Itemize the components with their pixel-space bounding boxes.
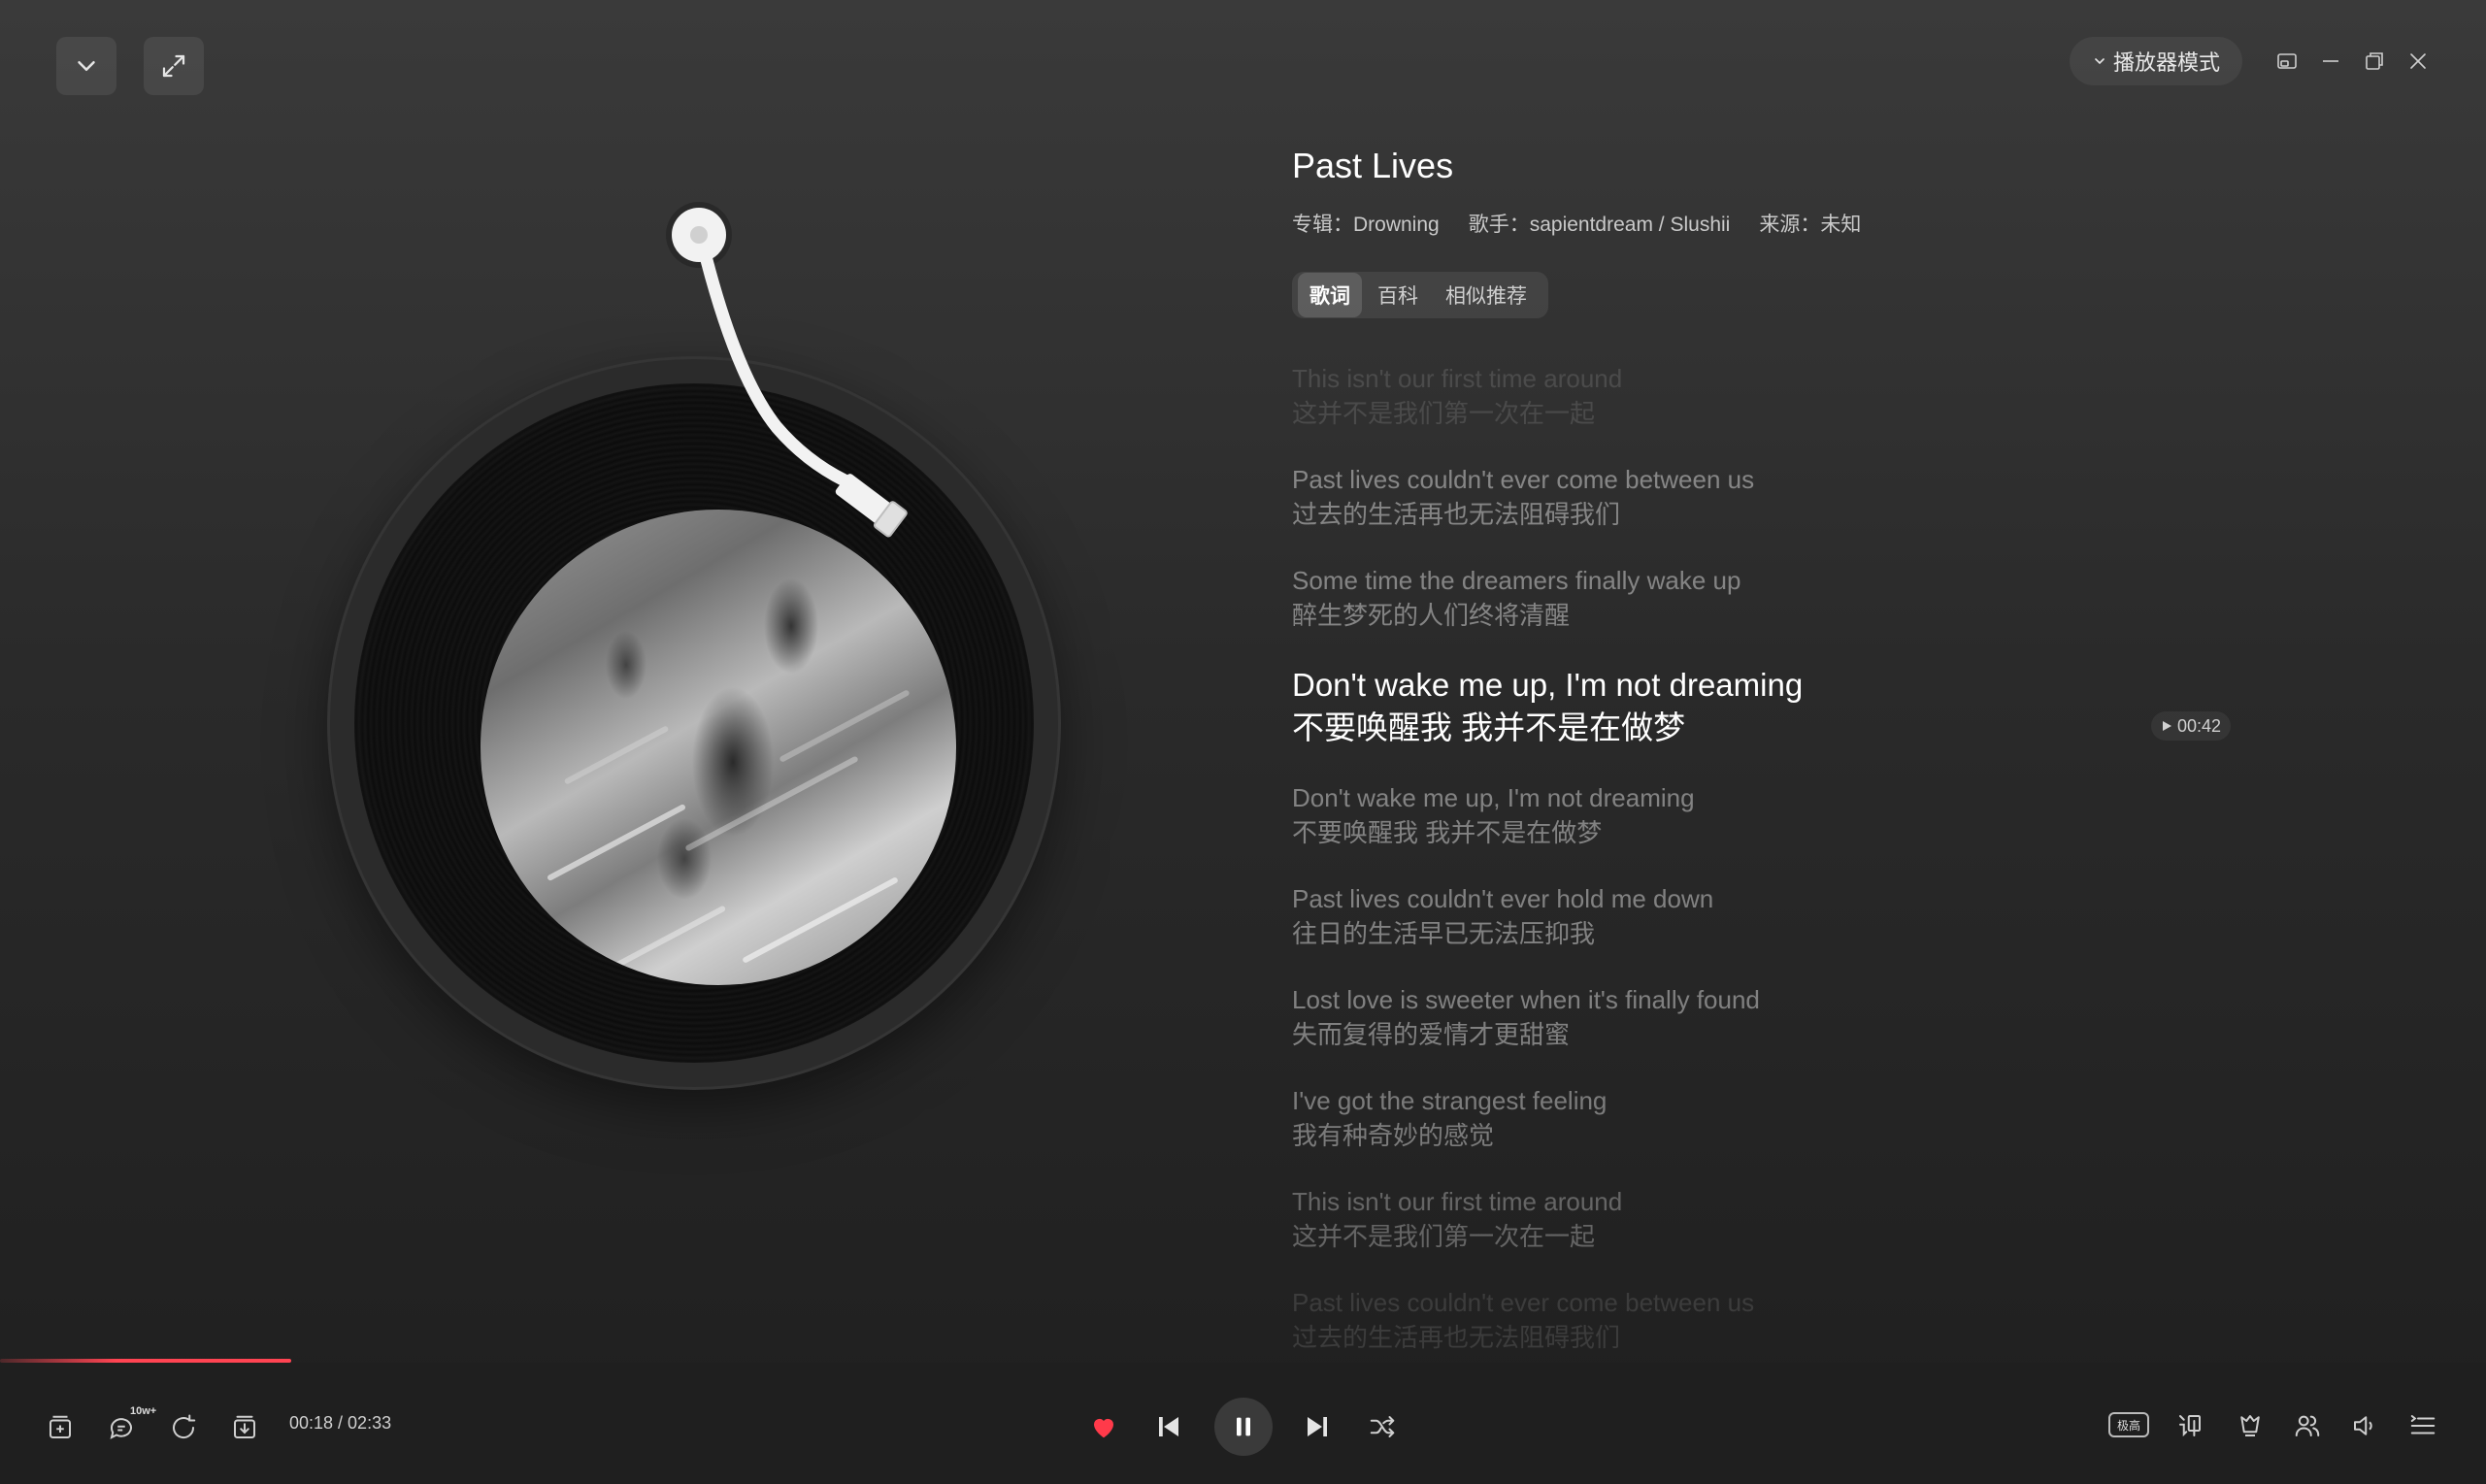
- lyric-original: I've got the strangest feeling: [1292, 1086, 1608, 1115]
- sound-effects-button[interactable]: [2233, 1408, 2268, 1443]
- lyric-original: This isn't our first time around: [1292, 364, 1623, 393]
- mini-player-icon: [2277, 53, 2297, 69]
- lyric-line[interactable]: I've got the strangest feeling 我有种奇妙的感觉: [1292, 1083, 1607, 1153]
- lyric-seek-time: 00:42: [2177, 715, 2222, 736]
- expand-icon: [162, 54, 185, 78]
- playlist-button[interactable]: [2405, 1408, 2440, 1443]
- lyrics-panel[interactable]: This isn't our first time around 这并不是我们第…: [1292, 361, 2166, 1351]
- lyrics-icon: [2179, 1415, 2201, 1437]
- player-mode-button[interactable]: 播放器模式: [2070, 37, 2242, 85]
- lyric-translation: 往日的生活早已无法压抑我: [1292, 919, 1596, 948]
- desktop-lyrics-button[interactable]: [2172, 1408, 2207, 1443]
- tab-lyrics[interactable]: 歌词: [1298, 273, 1362, 317]
- lyric-line[interactable]: Past lives couldn't ever hold me down 往日…: [1292, 881, 1713, 951]
- lyric-line[interactable]: Past lives couldn't ever come between us…: [1292, 1285, 1754, 1351]
- lyric-translation: 这并不是我们第一次在一起: [1292, 1222, 1596, 1251]
- lyric-original: This isn't our first time around: [1292, 1187, 1623, 1216]
- tab-wiki[interactable]: 百科: [1366, 273, 1430, 317]
- lyric-line[interactable]: Past lives couldn't ever come between us…: [1292, 462, 1754, 532]
- download-button[interactable]: [228, 1411, 261, 1444]
- listen-together-icon: [2295, 1415, 2320, 1436]
- fullscreen-button[interactable]: [144, 37, 204, 95]
- lyric-original: Past lives couldn't ever come between us: [1292, 1288, 1755, 1317]
- lyric-original: Some time the dreamers finally wake up: [1292, 566, 1741, 595]
- source-label: 来源：未知: [1759, 214, 1862, 236]
- maximize-icon: [2366, 52, 2383, 70]
- lyric-translation: 过去的生活再也无法阻碍我们: [1292, 500, 1621, 529]
- player-mode-label: 播放器模式: [2112, 50, 2220, 75]
- collapse-player-button[interactable]: [56, 37, 116, 95]
- lyric-seek-chip[interactable]: 00:42: [2151, 711, 2232, 741]
- previous-button[interactable]: [1151, 1409, 1186, 1444]
- lyric-translation: 失而复得的爱情才更甜蜜: [1292, 1020, 1571, 1049]
- share-button[interactable]: [167, 1411, 200, 1444]
- lyric-translation: 过去的生活再也无法阻碍我们: [1292, 1323, 1621, 1351]
- lyric-original: Past lives couldn't ever come between us: [1292, 465, 1755, 494]
- like-button[interactable]: [1086, 1409, 1121, 1444]
- pause-icon: [1237, 1417, 1250, 1436]
- vinyl-record: [330, 359, 1058, 1087]
- lyric-line[interactable]: Lost love is sweeter when it's finally f…: [1292, 982, 1760, 1052]
- close-icon: [2410, 53, 2426, 69]
- add-to-playlist-button[interactable]: [44, 1411, 77, 1444]
- lyric-translation: 不要唤醒我 我并不是在做梦: [1292, 818, 1603, 847]
- player-window: 播放器模式 Past Lives 专辑：Drowning 歌手：sapientd…: [0, 0, 2486, 1484]
- lyric-line[interactable]: Don't wake me up, I'm not dreaming 不要唤醒我…: [1292, 780, 1695, 850]
- chevron-down-icon: [78, 61, 95, 71]
- volume-button[interactable]: [2347, 1408, 2382, 1443]
- lyric-line[interactable]: This isn't our first time around 这并不是我们第…: [1292, 1184, 1622, 1254]
- chevron-down-icon: [2095, 58, 2105, 65]
- volume-icon: [2354, 1416, 2372, 1435]
- lyric-original: Don't wake me up, I'm not dreaming: [1292, 783, 1695, 812]
- share-icon: [173, 1414, 196, 1439]
- add-to-playlist-icon: [50, 1415, 71, 1438]
- quality-label: 极高: [2116, 1418, 2140, 1433]
- minimize-icon: [2323, 60, 2338, 62]
- lyric-line[interactable]: Some time the dreamers finally wake up 醉…: [1292, 563, 1740, 633]
- lyric-original: Past lives couldn't ever hold me down: [1292, 884, 1714, 913]
- lyric-original: Lost love is sweeter when it's finally f…: [1292, 985, 1760, 1014]
- lyric-line-current[interactable]: Don't wake me up, I'm not dreaming 不要唤醒我…: [1292, 664, 1803, 749]
- close-button[interactable]: [2403, 47, 2433, 76]
- heart-icon: [1094, 1418, 1113, 1438]
- vinyl-disc: [354, 383, 1034, 1063]
- playback-time: 00:18 / 02:33: [289, 1413, 392, 1433]
- comment-count-badge: 10w+: [130, 1405, 157, 1417]
- song-title: Past Lives: [1292, 146, 1454, 185]
- shuffle-button[interactable]: [1365, 1409, 1400, 1444]
- previous-icon: [1159, 1417, 1178, 1436]
- lyric-translation: 我有种奇妙的感觉: [1292, 1121, 1495, 1150]
- minimize-button[interactable]: [2316, 47, 2345, 76]
- lyric-translation: 醉生梦死的人们终将清醒: [1292, 601, 1571, 630]
- quality-button[interactable]: 极高: [2108, 1412, 2149, 1437]
- artist-link[interactable]: 歌手：sapientdream / Slushii: [1469, 209, 1731, 238]
- listen-together-button[interactable]: [2290, 1408, 2325, 1443]
- lyric-translation: 这并不是我们第一次在一起: [1292, 399, 1596, 428]
- lyric-line[interactable]: This isn't our first time around 这并不是我们第…: [1292, 361, 1622, 431]
- mini-player-button[interactable]: [2272, 47, 2302, 76]
- lyric-translation: 不要唤醒我 我并不是在做梦: [1292, 709, 1686, 745]
- next-icon: [1308, 1417, 1327, 1436]
- play-small-icon: [2163, 721, 2171, 731]
- album-cover: [481, 510, 956, 985]
- tab-similar[interactable]: 相似推荐: [1434, 273, 1539, 317]
- download-icon: [234, 1415, 255, 1438]
- next-button[interactable]: [1300, 1409, 1335, 1444]
- maximize-button[interactable]: [2360, 47, 2389, 76]
- lyric-original: Don't wake me up, I'm not dreaming: [1292, 667, 1804, 703]
- playlist-icon: [2410, 1415, 2436, 1435]
- song-meta: 专辑：Drowning 歌手：sapientdream / Slushii 来源…: [1292, 209, 1861, 238]
- album-link[interactable]: 专辑：Drowning: [1292, 209, 1440, 238]
- effects-icon: [2240, 1415, 2260, 1436]
- shuffle-icon: [1370, 1416, 1395, 1437]
- pause-button[interactable]: [1214, 1398, 1273, 1456]
- info-tabs: 歌词 百科 相似推荐: [1292, 272, 1548, 318]
- comment-icon: [110, 1418, 132, 1439]
